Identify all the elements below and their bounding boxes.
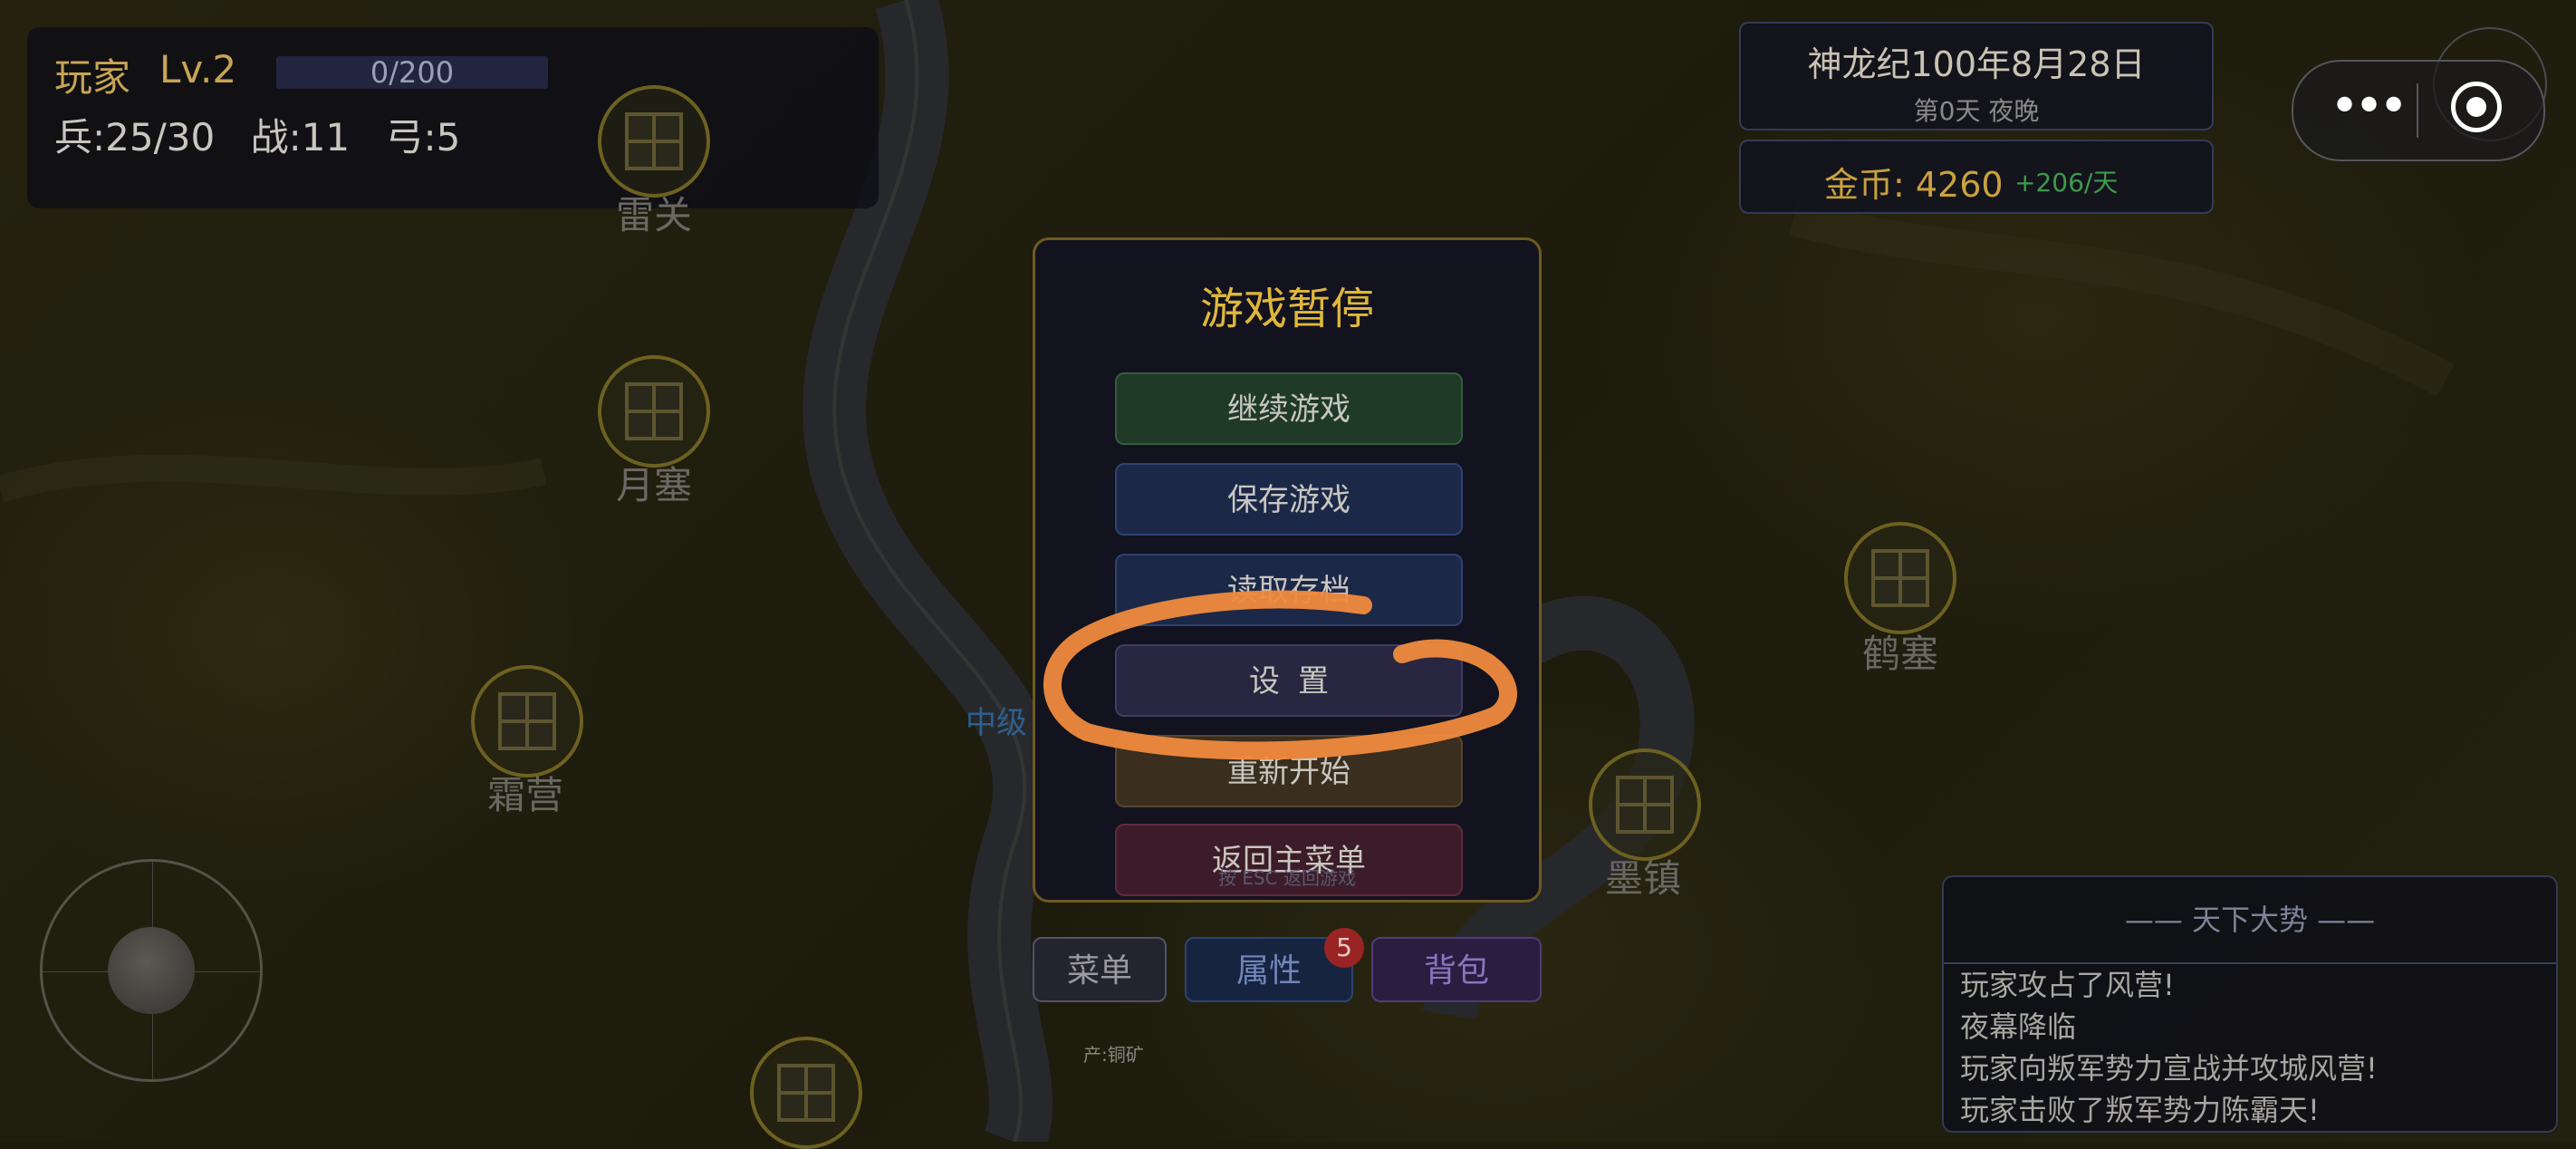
continue-button[interactable]: 继续游戏 [1115,372,1463,445]
city-marker[interactable] [750,1037,862,1149]
city-label: 雷关 [615,193,692,237]
city-label: 月塞 [615,463,692,507]
settings-button[interactable]: 设置 [1115,644,1463,717]
pause-title: 游戏暂停 [1199,284,1374,334]
army-stats: 兵:25/30 战:11 弓:5 [54,107,484,162]
city-label: 霜营 [486,773,563,817]
city-label: 鹤塞 [1861,632,1938,676]
ore-label: 产:铜矿 [1083,1044,1144,1066]
fortress-icon [625,382,683,440]
date-panel: 神龙纪100年8月28日 第0天 夜晚 [1739,22,2214,130]
capsule-divider [2417,83,2418,138]
player-name: 玩家 [54,55,131,100]
xp-text: 0/200 [370,55,455,90]
city-marker[interactable] [598,355,710,468]
city-label: 墨镇 [1604,856,1681,901]
esc-hint: 按 ESC 返回游戏 [1217,867,1356,889]
attributes-badge: 5 [1324,928,1364,968]
fortress-icon [777,1064,835,1122]
gold-rate: +206/天 [2014,168,2119,198]
city-marker[interactable] [1844,522,1956,634]
menu-button[interactable]: 菜单 [1033,937,1167,1002]
news-title: —— 天下大势 —— [2124,903,2376,937]
warrior-count: 战:11 [250,115,351,159]
player-status-panel: 玩家 Lv.2 0/200 兵:25/30 战:11 弓:5 [27,27,879,208]
soldier-count: 兵:25/30 [54,115,216,159]
mini-program-capsule: ••• [2292,60,2545,161]
game-date: 神龙纪100年8月28日 [1807,44,2146,84]
pause-dialog: 游戏暂停 继续游戏 保存游戏 读取存档 设置 重新开始 返回主菜单 按 ESC … [1033,237,1542,903]
city-marker[interactable] [471,665,583,777]
save-game-button[interactable]: 保存游戏 [1115,463,1463,536]
gold-amount: 金币: 4260 [1824,165,2004,205]
news-item: 夜幕降临 [1960,1009,2077,1044]
gold-panel: 金币: 4260 +206/天 [1739,140,2214,214]
more-icon[interactable]: ••• [2330,80,2408,134]
joystick-knob[interactable] [108,927,195,1014]
day-time: 第0天 夜晚 [1913,96,2040,126]
region-tag: 中级 [966,705,1027,741]
archer-count: 弓:5 [385,115,461,159]
world-news-panel: —— 天下大势 —— 玩家攻占了风营! 夜幕降临 玩家向叛军势力宣战并攻城风营!… [1942,875,2558,1133]
fortress-icon [625,112,683,170]
bag-button[interactable]: 背包 [1371,937,1542,1002]
xp-progress-bar: 0/200 [276,56,548,89]
player-level: Lv.2 [159,47,237,92]
close-target-icon[interactable] [2451,82,2502,132]
news-item: 玩家攻占了风营! [1960,968,2175,1002]
fortress-icon [498,692,556,750]
fortress-icon [1871,549,1929,607]
city-marker[interactable] [598,85,710,198]
load-save-button[interactable]: 读取存档 [1115,554,1463,626]
fortress-icon [1616,776,1674,834]
news-item: 玩家向叛军势力宣战并攻城风营! [1960,1051,2378,1086]
city-marker[interactable] [1589,748,1701,861]
virtual-joystick[interactable] [40,859,263,1082]
news-item: 玩家击败了叛军势力陈霸天! [1960,1093,2320,1127]
restart-button[interactable]: 重新开始 [1115,735,1463,807]
